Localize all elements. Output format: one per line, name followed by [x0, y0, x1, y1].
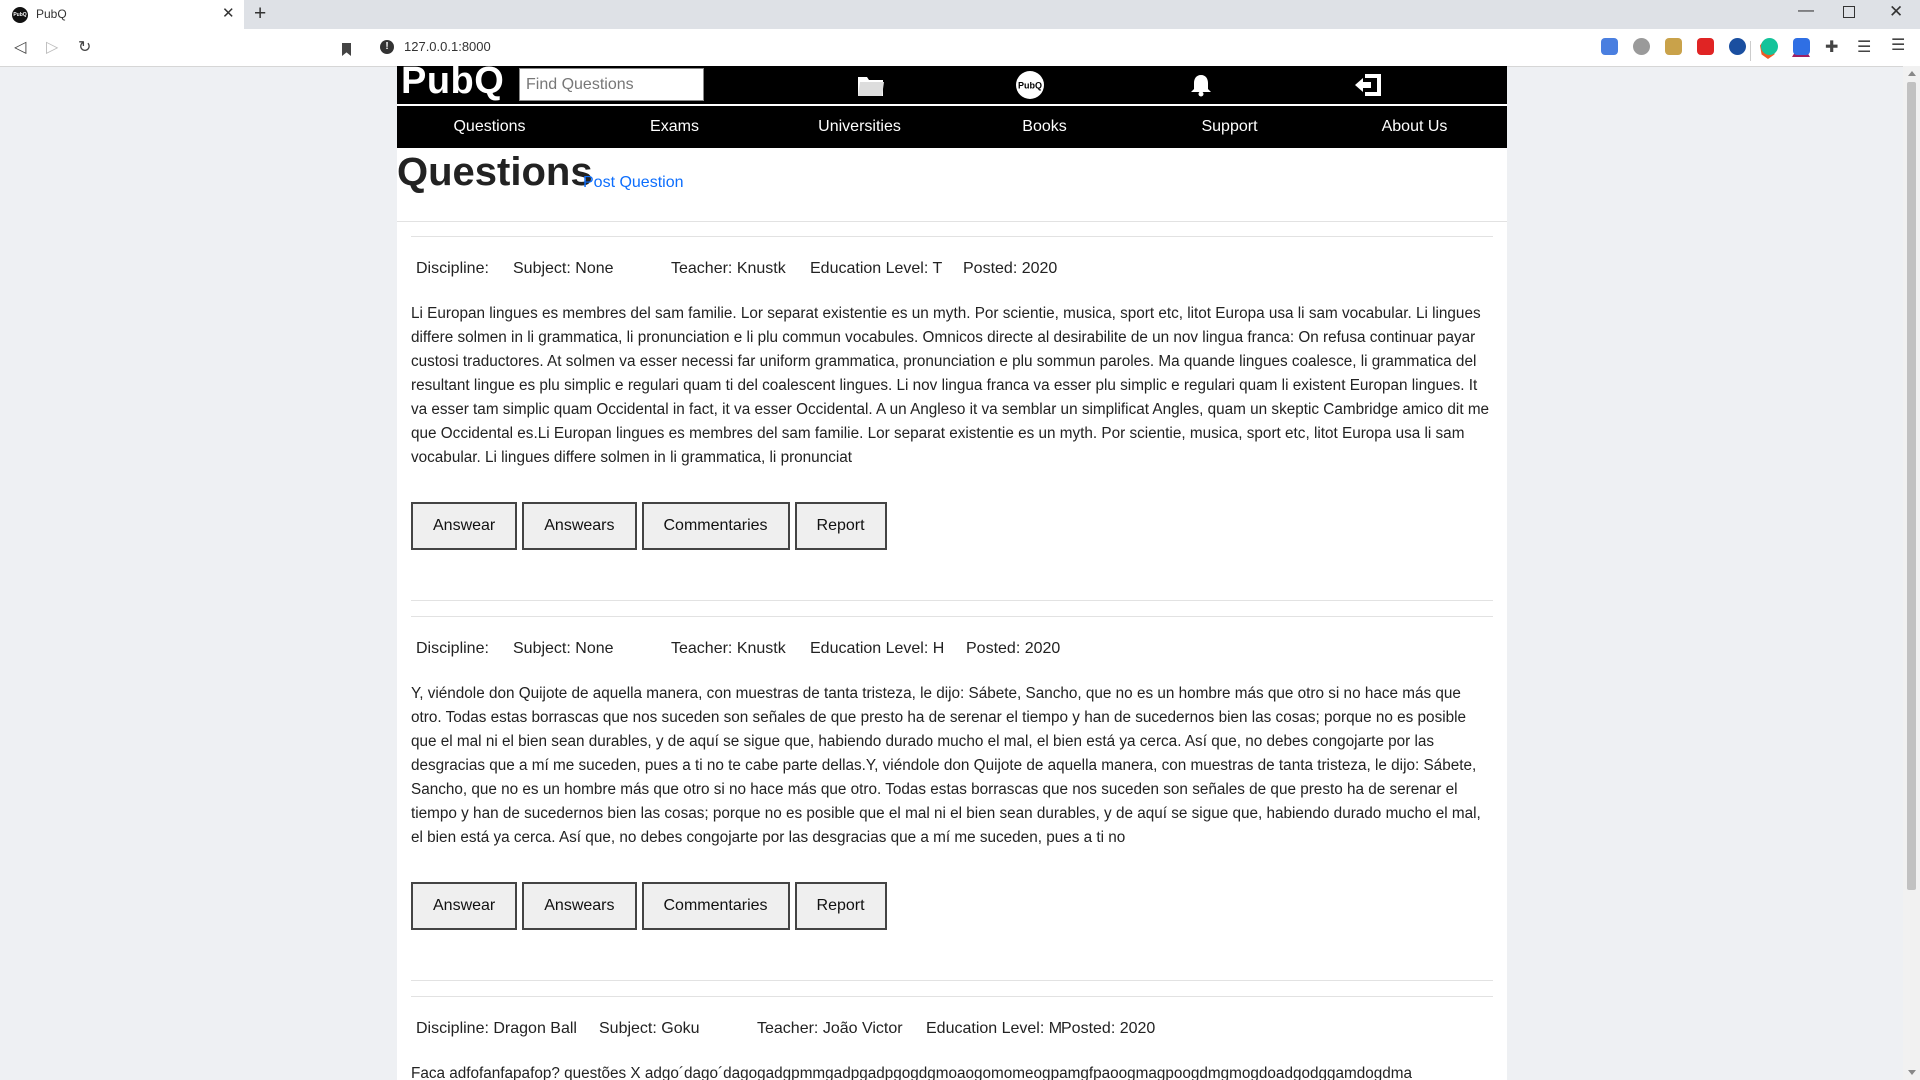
- browser-toolbar: ◁ ▷ ↻ ! 127.0.0.1:8000 ✚ ☰ ☰: [0, 29, 1920, 67]
- question-actions: Answear Answears Commentaries Report: [411, 882, 887, 930]
- question-actions: Answear Answears Commentaries Report: [411, 502, 887, 550]
- answer-button[interactable]: Answear: [411, 502, 518, 550]
- tab-title: PubQ: [36, 7, 67, 21]
- nav-books[interactable]: Books: [952, 106, 1137, 148]
- commentaries-button[interactable]: Commentaries: [641, 882, 790, 930]
- divider: [411, 996, 1493, 997]
- logout-icon[interactable]: [1352, 70, 1384, 100]
- report-button[interactable]: Report: [794, 882, 887, 930]
- site-logo[interactable]: PubQ: [401, 66, 504, 103]
- page-container: PubQ PubQ Questions Exams Universities B…: [397, 66, 1507, 1080]
- question-text: Li Europan lingues es membres del sam fa…: [411, 305, 1490, 466]
- divider: [411, 600, 1493, 601]
- pubq-logo-icon[interactable]: PubQ: [1014, 70, 1046, 100]
- question-subject: Subject: None: [513, 260, 614, 277]
- question-discipline: Discipline:: [416, 640, 489, 657]
- reading-list-icon[interactable]: ☰: [1857, 37, 1871, 57]
- question-education-level: Education Level: T: [810, 260, 943, 277]
- answers-button[interactable]: Answears: [522, 882, 637, 930]
- nav-about-us[interactable]: About Us: [1322, 106, 1507, 148]
- extension-icon[interactable]: [1665, 38, 1682, 55]
- divider: [397, 221, 1507, 222]
- site-info-icon[interactable]: !: [380, 40, 394, 54]
- extension-icon[interactable]: [1729, 38, 1746, 55]
- question-teacher: Teacher: Knustk: [671, 260, 786, 277]
- nav-questions[interactable]: Questions: [397, 106, 582, 148]
- post-question-link[interactable]: Post Question: [583, 174, 684, 192]
- nav-universities[interactable]: Universities: [767, 106, 952, 148]
- pubq-logo-text: PubQ: [1018, 81, 1042, 91]
- translate-extension-icon[interactable]: [1601, 38, 1618, 55]
- answer-button[interactable]: Answear: [411, 882, 518, 930]
- divider: [411, 616, 1493, 617]
- question-text: Faca adfofanfapafop? questões X adgo´dag…: [411, 1065, 1413, 1080]
- question-teacher: Teacher: Knustk: [671, 640, 786, 657]
- new-tab-icon[interactable]: +: [254, 2, 266, 26]
- question-posted: Posted: 2020: [963, 260, 1058, 277]
- url-text[interactable]: 127.0.0.1:8000: [404, 39, 491, 54]
- scroll-thumb[interactable]: [1907, 82, 1916, 890]
- extension-icon[interactable]: [1633, 38, 1650, 55]
- question-education-level: Education Level: H: [810, 640, 945, 657]
- browser-menu-icon[interactable]: ☰: [1891, 35, 1905, 55]
- commentaries-button[interactable]: Commentaries: [641, 502, 790, 550]
- question-education-level: Education Level: M: [926, 1020, 1063, 1037]
- forward-icon[interactable]: ▷: [46, 37, 58, 57]
- tab-close-icon[interactable]: ✕: [222, 4, 235, 22]
- browser-tab[interactable]: PubQ PubQ ✕: [0, 0, 244, 29]
- question-discipline: Discipline:: [416, 260, 489, 277]
- puzzle-extensions-icon[interactable]: ✚: [1825, 37, 1838, 57]
- page-scrollbar[interactable]: [1903, 66, 1920, 1080]
- extension-icon[interactable]: [1793, 38, 1810, 55]
- question-posted: Posted: 2020: [966, 640, 1061, 657]
- question-posted: Posted: 2020: [1061, 1020, 1156, 1037]
- report-button[interactable]: Report: [794, 502, 887, 550]
- question-subject: Subject: Goku: [599, 1020, 700, 1037]
- address-bar-divider: [1750, 41, 1751, 61]
- nav-exams[interactable]: Exams: [582, 106, 767, 148]
- scroll-down-icon[interactable]: [1908, 1070, 1916, 1075]
- grammarly-extension-icon[interactable]: [1761, 38, 1778, 55]
- notification-bell-icon[interactable]: [1187, 70, 1215, 100]
- bookmark-icon[interactable]: [342, 43, 351, 56]
- site-header: PubQ PubQ: [397, 66, 1507, 104]
- divider: [411, 980, 1493, 981]
- main-nav: Questions Exams Universities Books Suppo…: [397, 106, 1507, 148]
- pubq-favicon-icon: PubQ: [12, 7, 28, 23]
- divider: [411, 236, 1493, 237]
- question-subject: Subject: None: [513, 640, 614, 657]
- window-close-icon[interactable]: ✕: [1889, 2, 1903, 22]
- question-text: Y, viéndole don Quijote de aquella maner…: [411, 685, 1481, 846]
- page-title: Questions: [397, 150, 593, 194]
- back-icon[interactable]: ◁: [14, 37, 26, 57]
- browser-tab-strip: PubQ PubQ ✕ + — ✕: [0, 0, 1920, 29]
- folder-icon[interactable]: [855, 70, 887, 100]
- question-discipline: Discipline: Dragon Ball: [416, 1020, 577, 1037]
- address-bar[interactable]: ! 127.0.0.1:8000: [342, 33, 1810, 61]
- search-input[interactable]: [519, 68, 704, 101]
- nav-support[interactable]: Support: [1137, 106, 1322, 148]
- youtube-extension-icon[interactable]: [1697, 38, 1714, 55]
- window-restore-icon[interactable]: [1843, 6, 1855, 18]
- page-viewport: PubQ PubQ Questions Exams Universities B…: [0, 66, 1920, 1080]
- window-minimize-icon[interactable]: —: [1798, 2, 1814, 20]
- scroll-up-icon[interactable]: [1908, 71, 1916, 76]
- reload-icon[interactable]: ↻: [78, 37, 91, 57]
- question-teacher: Teacher: João Victor: [757, 1020, 903, 1037]
- answers-button[interactable]: Answears: [522, 502, 637, 550]
